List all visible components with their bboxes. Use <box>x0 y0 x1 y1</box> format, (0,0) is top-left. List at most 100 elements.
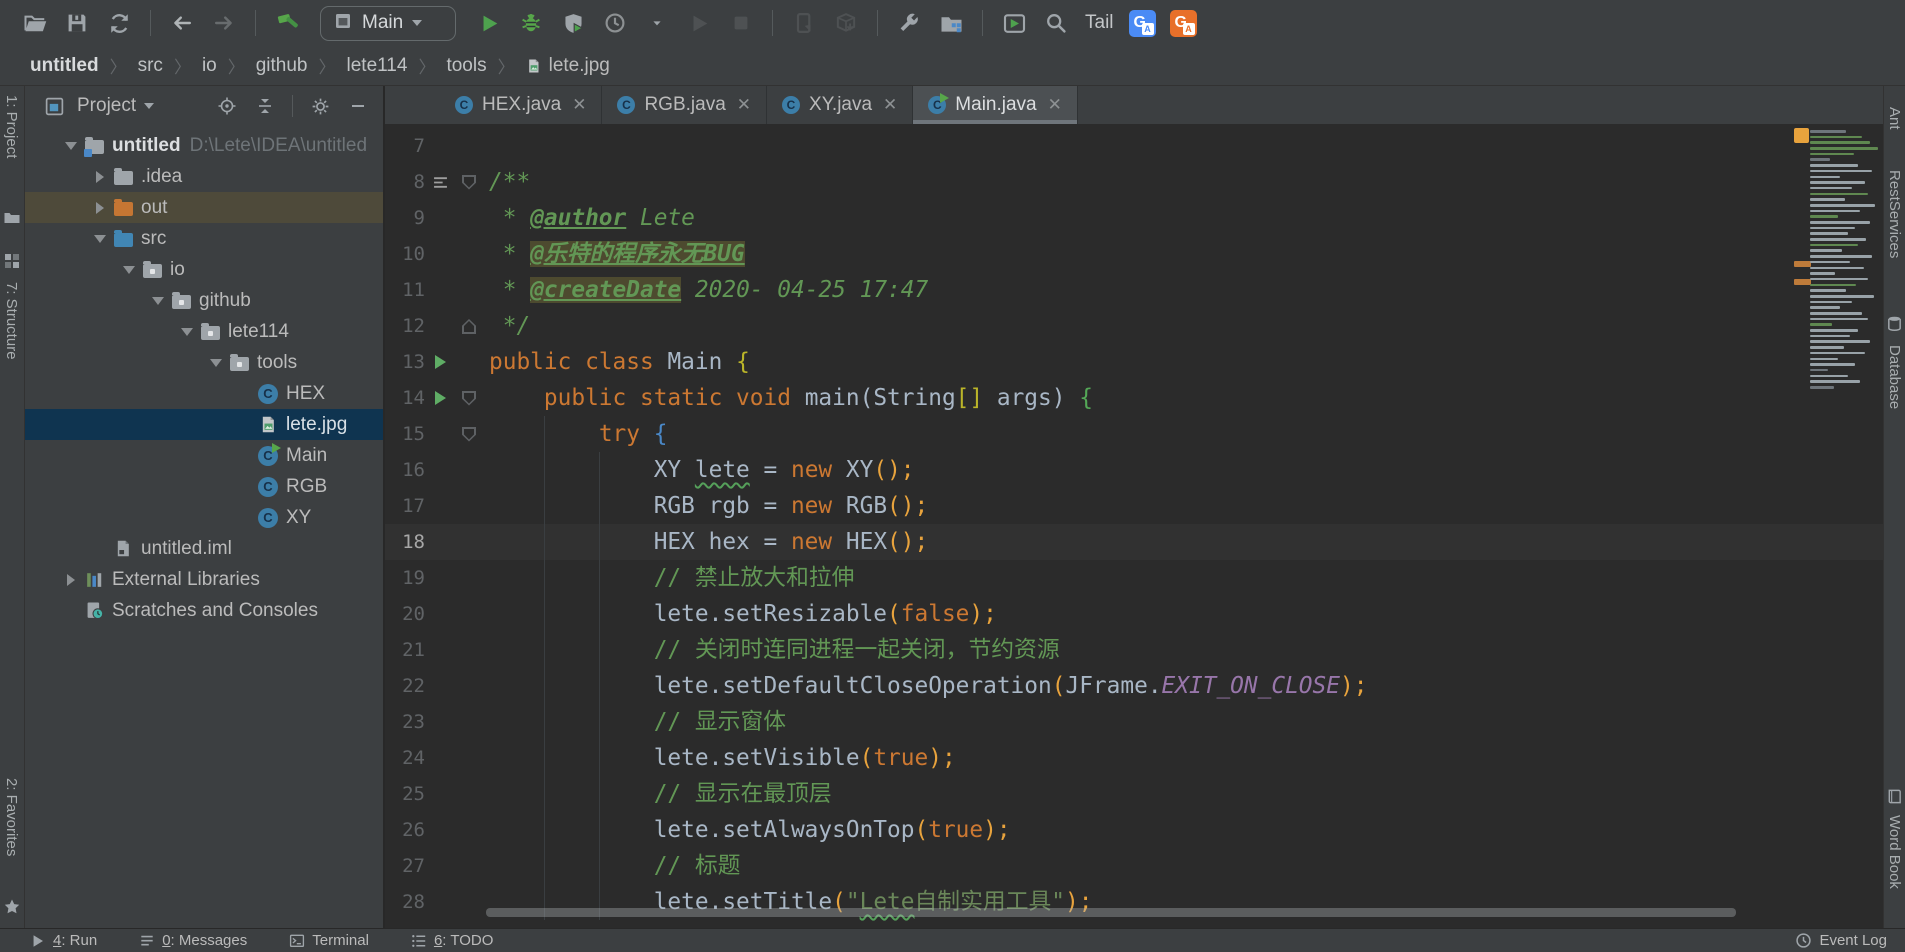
code-line[interactable]: 11 * @createDate 2020- 04-25 17:47 <box>385 272 1884 308</box>
run-line-marker[interactable] <box>425 344 455 380</box>
breadcrumb-item[interactable]: io <box>202 55 217 77</box>
save-all-icon[interactable] <box>56 3 98 43</box>
error-stripe-mark[interactable] <box>1794 279 1811 285</box>
tree-item-external-libraries[interactable]: External Libraries <box>25 564 383 595</box>
code-line[interactable]: 22 lete.setDefaultCloseOperation(JFrame.… <box>385 668 1884 704</box>
tree-item-main[interactable]: CMain <box>25 440 383 471</box>
hide-panel-icon[interactable] <box>343 92 373 120</box>
tree-closed-arrow[interactable] <box>88 171 112 183</box>
debug-icon[interactable] <box>510 3 552 43</box>
tree-item-hex[interactable]: CHEX <box>25 378 383 409</box>
status-item-6-todo[interactable]: 6: TODO <box>411 932 493 949</box>
tree-item-scratches-and-consoles[interactable]: Scratches and Consoles <box>25 595 383 626</box>
code-line[interactable]: 13public class Main { <box>385 344 1884 380</box>
open-file-icon[interactable] <box>14 3 56 43</box>
tree-closed-arrow[interactable] <box>88 202 112 214</box>
code-line[interactable]: 27 // 标题 <box>385 848 1884 884</box>
code-editor[interactable]: 78/**9 * @author Lete10 * @乐特的程序永无BUG11 … <box>385 124 1884 928</box>
close-icon[interactable]: ✕ <box>1048 95 1062 115</box>
toolwindow-button-database[interactable]: Database <box>1886 345 1903 409</box>
build-hammer-icon[interactable] <box>266 3 308 43</box>
tree-open-arrow[interactable] <box>88 235 112 243</box>
fold-marker[interactable] <box>455 416 483 452</box>
tree-item-lete-jpg[interactable]: lete.jpg <box>25 409 383 440</box>
breadcrumb-item[interactable]: untitled <box>30 55 99 77</box>
tab-rgb-java[interactable]: CRGB.java✕ <box>602 86 767 124</box>
code-line[interactable]: 14 public static void main(String[] args… <box>385 380 1884 416</box>
close-icon[interactable]: ✕ <box>572 95 586 115</box>
chevron-down-icon[interactable] <box>144 103 154 109</box>
toolwindow-button-wordbook[interactable]: Word Book <box>1886 815 1903 889</box>
breadcrumb-item[interactable]: src <box>138 55 163 77</box>
code-line[interactable]: 7 <box>385 128 1884 164</box>
tree-item-src[interactable]: src <box>25 223 383 254</box>
folder-tool-icon[interactable] <box>3 209 21 227</box>
run-anything-icon[interactable] <box>993 3 1035 43</box>
status-item-4-run[interactable]: 4: Run <box>30 932 97 949</box>
tree-item--idea[interactable]: .idea <box>25 161 383 192</box>
run-configuration-select[interactable]: Main <box>320 6 456 41</box>
tree-open-arrow[interactable] <box>117 266 141 274</box>
translate-orange-icon[interactable]: GA <box>1170 10 1197 37</box>
back-arrow-icon[interactable] <box>161 3 203 43</box>
run-line-marker[interactable] <box>425 380 455 416</box>
tree-item-tools[interactable]: tools <box>25 347 383 378</box>
horizontal-scrollbar[interactable] <box>486 908 1736 917</box>
code-line[interactable]: 23 // 显示窗体 <box>385 704 1884 740</box>
code-line[interactable]: 10 * @乐特的程序永无BUG <box>385 236 1884 272</box>
breadcrumb-item[interactable]: github <box>256 55 308 77</box>
database-icon[interactable] <box>1886 315 1904 333</box>
code-line[interactable]: 16 XY lete = new XY(); <box>385 452 1884 488</box>
close-icon[interactable]: ✕ <box>883 95 897 115</box>
tree-item-out[interactable]: out <box>25 192 383 223</box>
code-line[interactable]: 20 lete.setResizable(false); <box>385 596 1884 632</box>
error-stripe-mark[interactable] <box>1794 261 1811 267</box>
toolwindow-button-ant[interactable]: Ant <box>1886 107 1903 130</box>
wrench-icon[interactable] <box>888 3 930 43</box>
inspections-status-square[interactable] <box>1794 128 1809 143</box>
code-line[interactable]: 24 lete.setVisible(true); <box>385 740 1884 776</box>
fold-marker[interactable] <box>455 308 483 344</box>
toolwindow-button-favorites[interactable]: 2: Favorites <box>3 778 20 856</box>
code-line[interactable]: 19 // 禁止放大和拉伸 <box>385 560 1884 596</box>
synchronize-icon[interactable] <box>98 3 140 43</box>
tree-open-arrow[interactable] <box>146 297 170 305</box>
tree-open-arrow[interactable] <box>204 359 228 367</box>
project-structure-icon[interactable] <box>930 3 972 43</box>
toolwindow-button-restservices[interactable]: RestServices <box>1886 170 1903 258</box>
tab-main-java[interactable]: CMain.java✕ <box>913 86 1078 124</box>
tree-item-xy[interactable]: CXY <box>25 502 383 533</box>
profiler-icon[interactable] <box>594 3 636 43</box>
status-item-0-messages[interactable]: 0: Messages <box>139 932 247 949</box>
code-minimap[interactable] <box>1810 130 1878 392</box>
search-everywhere-icon[interactable] <box>1035 3 1077 43</box>
code-line[interactable]: 12 */ <box>385 308 1884 344</box>
code-line[interactable]: 26 lete.setAlwaysOnTop(true); <box>385 812 1884 848</box>
project-panel-title[interactable]: Project <box>77 95 136 117</box>
locate-file-icon[interactable] <box>212 92 242 120</box>
breadcrumb-item[interactable]: lete114 <box>347 55 408 77</box>
code-line[interactable]: 9 * @author Lete <box>385 200 1884 236</box>
tree-item-lete114[interactable]: lete114 <box>25 316 383 347</box>
wordbook-icon[interactable] <box>1886 788 1904 806</box>
translate-blue-icon[interactable]: GA <box>1129 10 1156 37</box>
code-line[interactable]: 21 // 关闭时连同进程一起关闭，节约资源 <box>385 632 1884 668</box>
tree-open-arrow[interactable] <box>59 142 83 150</box>
status-item-terminal[interactable]: Terminal <box>289 932 369 949</box>
tree-item-github[interactable]: github <box>25 285 383 316</box>
tree-item-untitled-iml[interactable]: untitled.iml <box>25 533 383 564</box>
status-item-event-log[interactable]: Event Log <box>1795 932 1887 949</box>
tree-item-rgb[interactable]: CRGB <box>25 471 383 502</box>
tree-item-io[interactable]: io <box>25 254 383 285</box>
close-icon[interactable]: ✕ <box>737 95 751 115</box>
fold-marker[interactable] <box>455 164 483 200</box>
tree-item-untitled[interactable]: untitledD:\Lete\IDEA\untitled <box>25 130 383 161</box>
breadcrumb-file[interactable]: lete.jpg <box>526 55 610 77</box>
dropdown-arrow-icon[interactable] <box>636 3 678 43</box>
code-line[interactable]: 25 // 显示在最顶层 <box>385 776 1884 812</box>
toolwindow-button-structure[interactable]: 7: Structure <box>3 282 20 360</box>
breadcrumb-item[interactable]: tools <box>446 55 486 77</box>
gear-icon[interactable] <box>305 92 335 120</box>
toolwindow-button-project[interactable]: 1: Project <box>3 95 20 158</box>
code-line[interactable]: 8/** <box>385 164 1884 200</box>
